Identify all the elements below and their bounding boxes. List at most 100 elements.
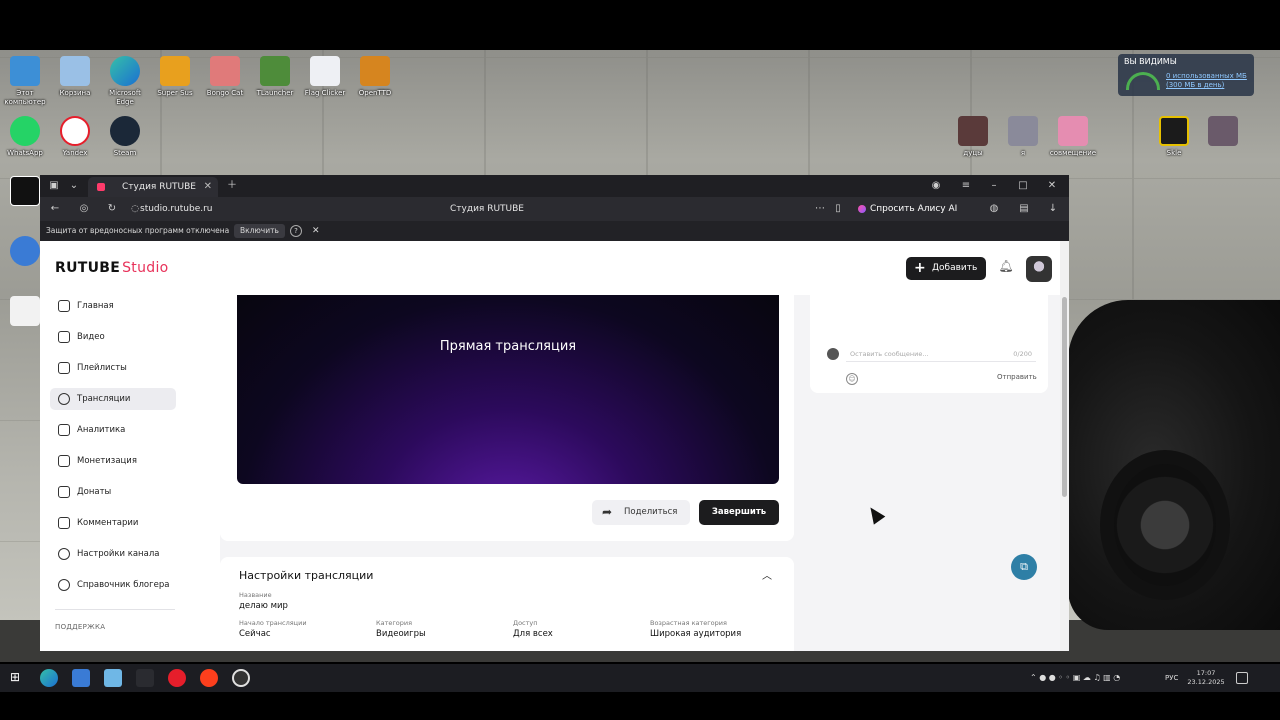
desktop-icon-tlauncher[interactable]: TLauncher [250, 56, 300, 98]
language-indicator[interactable]: РУС [1165, 664, 1178, 692]
steam-icon [110, 116, 140, 146]
sidebar-item-video[interactable]: Видео [50, 326, 176, 348]
minecraft-icon [260, 56, 290, 86]
menu-icon[interactable]: ≡ [958, 175, 974, 197]
studio-page: RUTUBE Studio + Добавить 🔔︎ Главная Видео … [40, 241, 1060, 651]
desktop-icon-right-4[interactable]: Skle [1149, 116, 1199, 158]
desktop-icon-bongo-cat[interactable]: Bongo Cat [200, 56, 250, 98]
wallpaper-car-wheel [1100, 450, 1230, 600]
emoji-icon[interactable]: ☺ [846, 373, 858, 385]
share-icon: ➦ [602, 505, 613, 519]
close-warning-icon[interactable]: ✕ [312, 221, 320, 241]
sidebar-item-donations[interactable]: Донаты [50, 481, 176, 503]
live-player[interactable]: Прямая трансляция [237, 295, 779, 484]
share-button[interactable]: ➦ Поделиться [592, 500, 690, 525]
page-scrollbar[interactable] [1060, 241, 1069, 651]
sidebar-item-channel-settings[interactable]: Настройки канала [50, 543, 176, 565]
chat-message-input[interactable]: Оставить сообщение... 0/200 [846, 346, 1036, 362]
studio-sidebar: Главная Видео Плейлисты Трансляции Анали… [40, 295, 220, 651]
bookmark-icon[interactable]: ▯ [830, 197, 846, 221]
taskbar-explorer-icon[interactable] [104, 669, 122, 687]
taskbar-calculator-icon[interactable] [72, 669, 90, 687]
desktop-icon-right-3[interactable]: совмещение [1048, 116, 1098, 158]
field-name: Название делаю мир [239, 591, 288, 611]
field-age-rating: Возрастная категория Широкая аудитория [650, 619, 742, 639]
url-field[interactable]: studio.rutube.ru [140, 197, 213, 221]
send-button[interactable]: Отправить [997, 373, 1037, 381]
traffic-link[interactable]: 0 использованных МБ (300 МБ в день) [1166, 72, 1254, 90]
sidebar-item-broadcasts[interactable]: Трансляции [50, 388, 176, 410]
desktop-icon-right-5[interactable] [1198, 116, 1248, 149]
finish-broadcast-button[interactable]: Завершить [699, 500, 779, 525]
taskbar-clock[interactable]: 17:07 23.12.2025 [1186, 669, 1226, 687]
home-icon [58, 300, 70, 312]
desktop-icon-recycle-bin[interactable]: Корзина [50, 56, 100, 98]
taskbar-yandex-icon[interactable] [200, 669, 218, 687]
maximize-icon[interactable]: □ [1015, 175, 1031, 197]
rutube-studio-logo[interactable]: RUTUBE Studio [55, 260, 169, 276]
capcut-icon [10, 176, 40, 206]
player-title: Прямая трансляция [439, 339, 577, 354]
reload-icon[interactable]: ↻ [104, 197, 120, 221]
traffic-widget[interactable]: ВЫ ВИДИМЫ 0 использованных МБ (300 МБ в … [1118, 54, 1254, 96]
sidebar-toggle-icon[interactable]: ▣ [46, 175, 62, 197]
collections-icon[interactable]: ▤ [1016, 197, 1032, 221]
desktop-icon-yandex[interactable]: Yandex [50, 116, 100, 158]
system-tray[interactable]: ⌃ ● ● ◦ ◦ ▣ ☁ ♫ ▥ ◔ [1030, 664, 1120, 692]
enable-protection-button[interactable]: Включить [234, 224, 285, 238]
desktop-icon-steam[interactable]: Steam [100, 116, 150, 158]
sidebar-item-home[interactable]: Главная [50, 295, 176, 317]
extensions-icon[interactable]: ◉ [928, 175, 944, 197]
image-icon [1208, 116, 1238, 146]
globe-icon[interactable]: ◍ [986, 197, 1002, 221]
back-icon[interactable]: ← [47, 197, 63, 221]
scroll-thumb[interactable] [1062, 297, 1067, 497]
yandex-icon [60, 116, 90, 146]
chevron-up-icon[interactable]: ︿ [762, 567, 772, 582]
download-icon[interactable]: ↓ [1045, 197, 1061, 221]
desktop-icon-super-sus[interactable]: Super Sus [150, 56, 200, 98]
taskbar-app-icon[interactable] [136, 669, 154, 687]
notification-icon[interactable] [1236, 672, 1248, 684]
player-card: Прямая трансляция ➦ Поделиться Завершить [220, 295, 794, 541]
start-icon[interactable]: ⊞ [8, 670, 22, 684]
more-icon[interactable]: ⋯ [812, 197, 828, 221]
desktop-icon-right-1[interactable]: дуцы [948, 116, 998, 158]
desktop-icon-edge[interactable]: Microsoft Edge [100, 56, 150, 107]
help-chat-button[interactable]: ⧉ [1011, 554, 1037, 580]
cat-icon [210, 56, 240, 86]
taskbar-yandex-browser-icon[interactable] [168, 669, 186, 687]
sidebar-item-analytics[interactable]: Аналитика [50, 419, 176, 441]
sidebar-item-playlists[interactable]: Плейлисты [50, 357, 176, 379]
desktop-icon-right-2[interactable]: я [998, 116, 1048, 158]
taskbar: ⊞ ⌃ ● ● ◦ ◦ ▣ ☁ ♫ ▥ ◔ РУС 17:07 23.12.20… [0, 664, 1280, 692]
tab-studio-rutube[interactable]: Студия RUTUBE ✕ [88, 177, 218, 197]
desktop-icon-openttd[interactable]: OpenTTD [350, 56, 400, 98]
new-tab-icon[interactable]: ＋ [224, 175, 240, 197]
bell-icon[interactable]: 🔔︎ [998, 259, 1014, 277]
site-info-icon[interactable]: ◌ [130, 197, 140, 221]
close-tab-icon[interactable]: ✕ [204, 177, 212, 197]
shield-icon[interactable]: ◎ [76, 197, 92, 221]
sidebar-item-monetization[interactable]: Монетизация [50, 450, 176, 472]
sidebar-item-blogger-guide[interactable]: Справочник блогера [50, 574, 176, 596]
taskbar-obs-icon[interactable] [232, 669, 250, 687]
taskbar-edge-icon[interactable] [40, 669, 58, 687]
ask-alisa-button[interactable]: Спросить Алису AI [854, 201, 963, 217]
desktop-icon-flag-clicker[interactable]: Flag Clicker [300, 56, 350, 98]
close-window-icon[interactable]: ✕ [1044, 175, 1060, 197]
desktop-icon-whatsapp[interactable]: WhatsApp [0, 116, 50, 158]
address-page-title: Студия RUTUBE [450, 204, 524, 214]
avatar[interactable] [1026, 256, 1052, 282]
help-icon[interactable]: ? [290, 225, 302, 237]
desktop-screen: Этот компьютер Корзина Microsoft Edge Su… [0, 0, 1280, 720]
comment-icon [58, 517, 70, 529]
settings-title: Настройки трансляции [239, 569, 374, 582]
address-bar: ← ◎ ↻ ◌ studio.rutube.ru Студия RUTUBE ⋯… [40, 197, 1069, 221]
image-icon [1058, 116, 1088, 146]
sidebar-item-comments[interactable]: Комментарии [50, 512, 176, 534]
desktop-icon-this-pc[interactable]: Этот компьютер [0, 56, 50, 107]
minimize-icon[interactable]: – [986, 175, 1002, 197]
tab-list-icon[interactable]: ⌄ [66, 175, 82, 197]
add-button[interactable]: + Добавить [906, 257, 986, 280]
